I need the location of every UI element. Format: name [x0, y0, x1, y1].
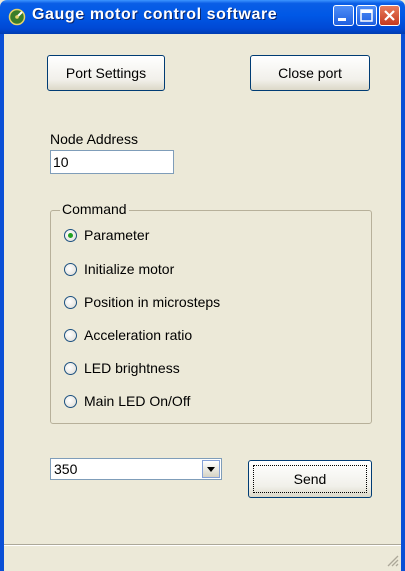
- command-legend: Command: [60, 201, 129, 217]
- radio-button[interactable]: [64, 395, 77, 408]
- radio-button[interactable]: [64, 263, 77, 276]
- radio-label: LED brightness: [84, 360, 180, 376]
- window-frame-right: [401, 34, 405, 571]
- combo-dropdown-button[interactable]: [202, 460, 220, 478]
- minimize-button[interactable]: [333, 5, 354, 26]
- radio-label: Position in microsteps: [84, 294, 221, 310]
- status-divider-highlight: [4, 545, 401, 546]
- maximize-icon: [360, 9, 373, 22]
- radio-label: Initialize motor: [84, 261, 175, 277]
- radio-label: Parameter: [84, 227, 150, 243]
- parameter-combo[interactable]: 350: [50, 458, 222, 480]
- close-button[interactable]: [379, 5, 400, 26]
- window-title: Gauge motor control software: [32, 6, 278, 23]
- radio-button[interactable]: [64, 296, 77, 309]
- radio-button-checked[interactable]: [64, 229, 77, 242]
- radio-label: Acceleration ratio: [84, 327, 193, 343]
- title-bar[interactable]: Gauge motor control software: [0, 0, 405, 34]
- resize-grip-icon[interactable]: [385, 553, 399, 567]
- radio-button[interactable]: [64, 329, 77, 342]
- close-icon: [384, 10, 395, 21]
- maximize-button[interactable]: [356, 5, 377, 26]
- port-settings-button[interactable]: Port Settings: [47, 55, 165, 91]
- chevron-down-icon: [207, 467, 215, 472]
- combo-value: 350: [54, 461, 78, 477]
- radio-button[interactable]: [64, 362, 77, 375]
- node-address-input[interactable]: [50, 150, 174, 174]
- app-window: Gauge motor control software Port Settin…: [0, 0, 405, 571]
- close-port-button[interactable]: Close port: [250, 55, 370, 91]
- minimize-icon: [338, 18, 346, 21]
- node-address-label: Node Address: [50, 131, 138, 147]
- send-button[interactable]: Send: [248, 460, 372, 498]
- focus-rect: [253, 465, 367, 493]
- gauge-app-icon: [8, 8, 26, 26]
- radio-label: Main LED On/Off: [84, 393, 191, 409]
- window-frame-left: [0, 34, 4, 571]
